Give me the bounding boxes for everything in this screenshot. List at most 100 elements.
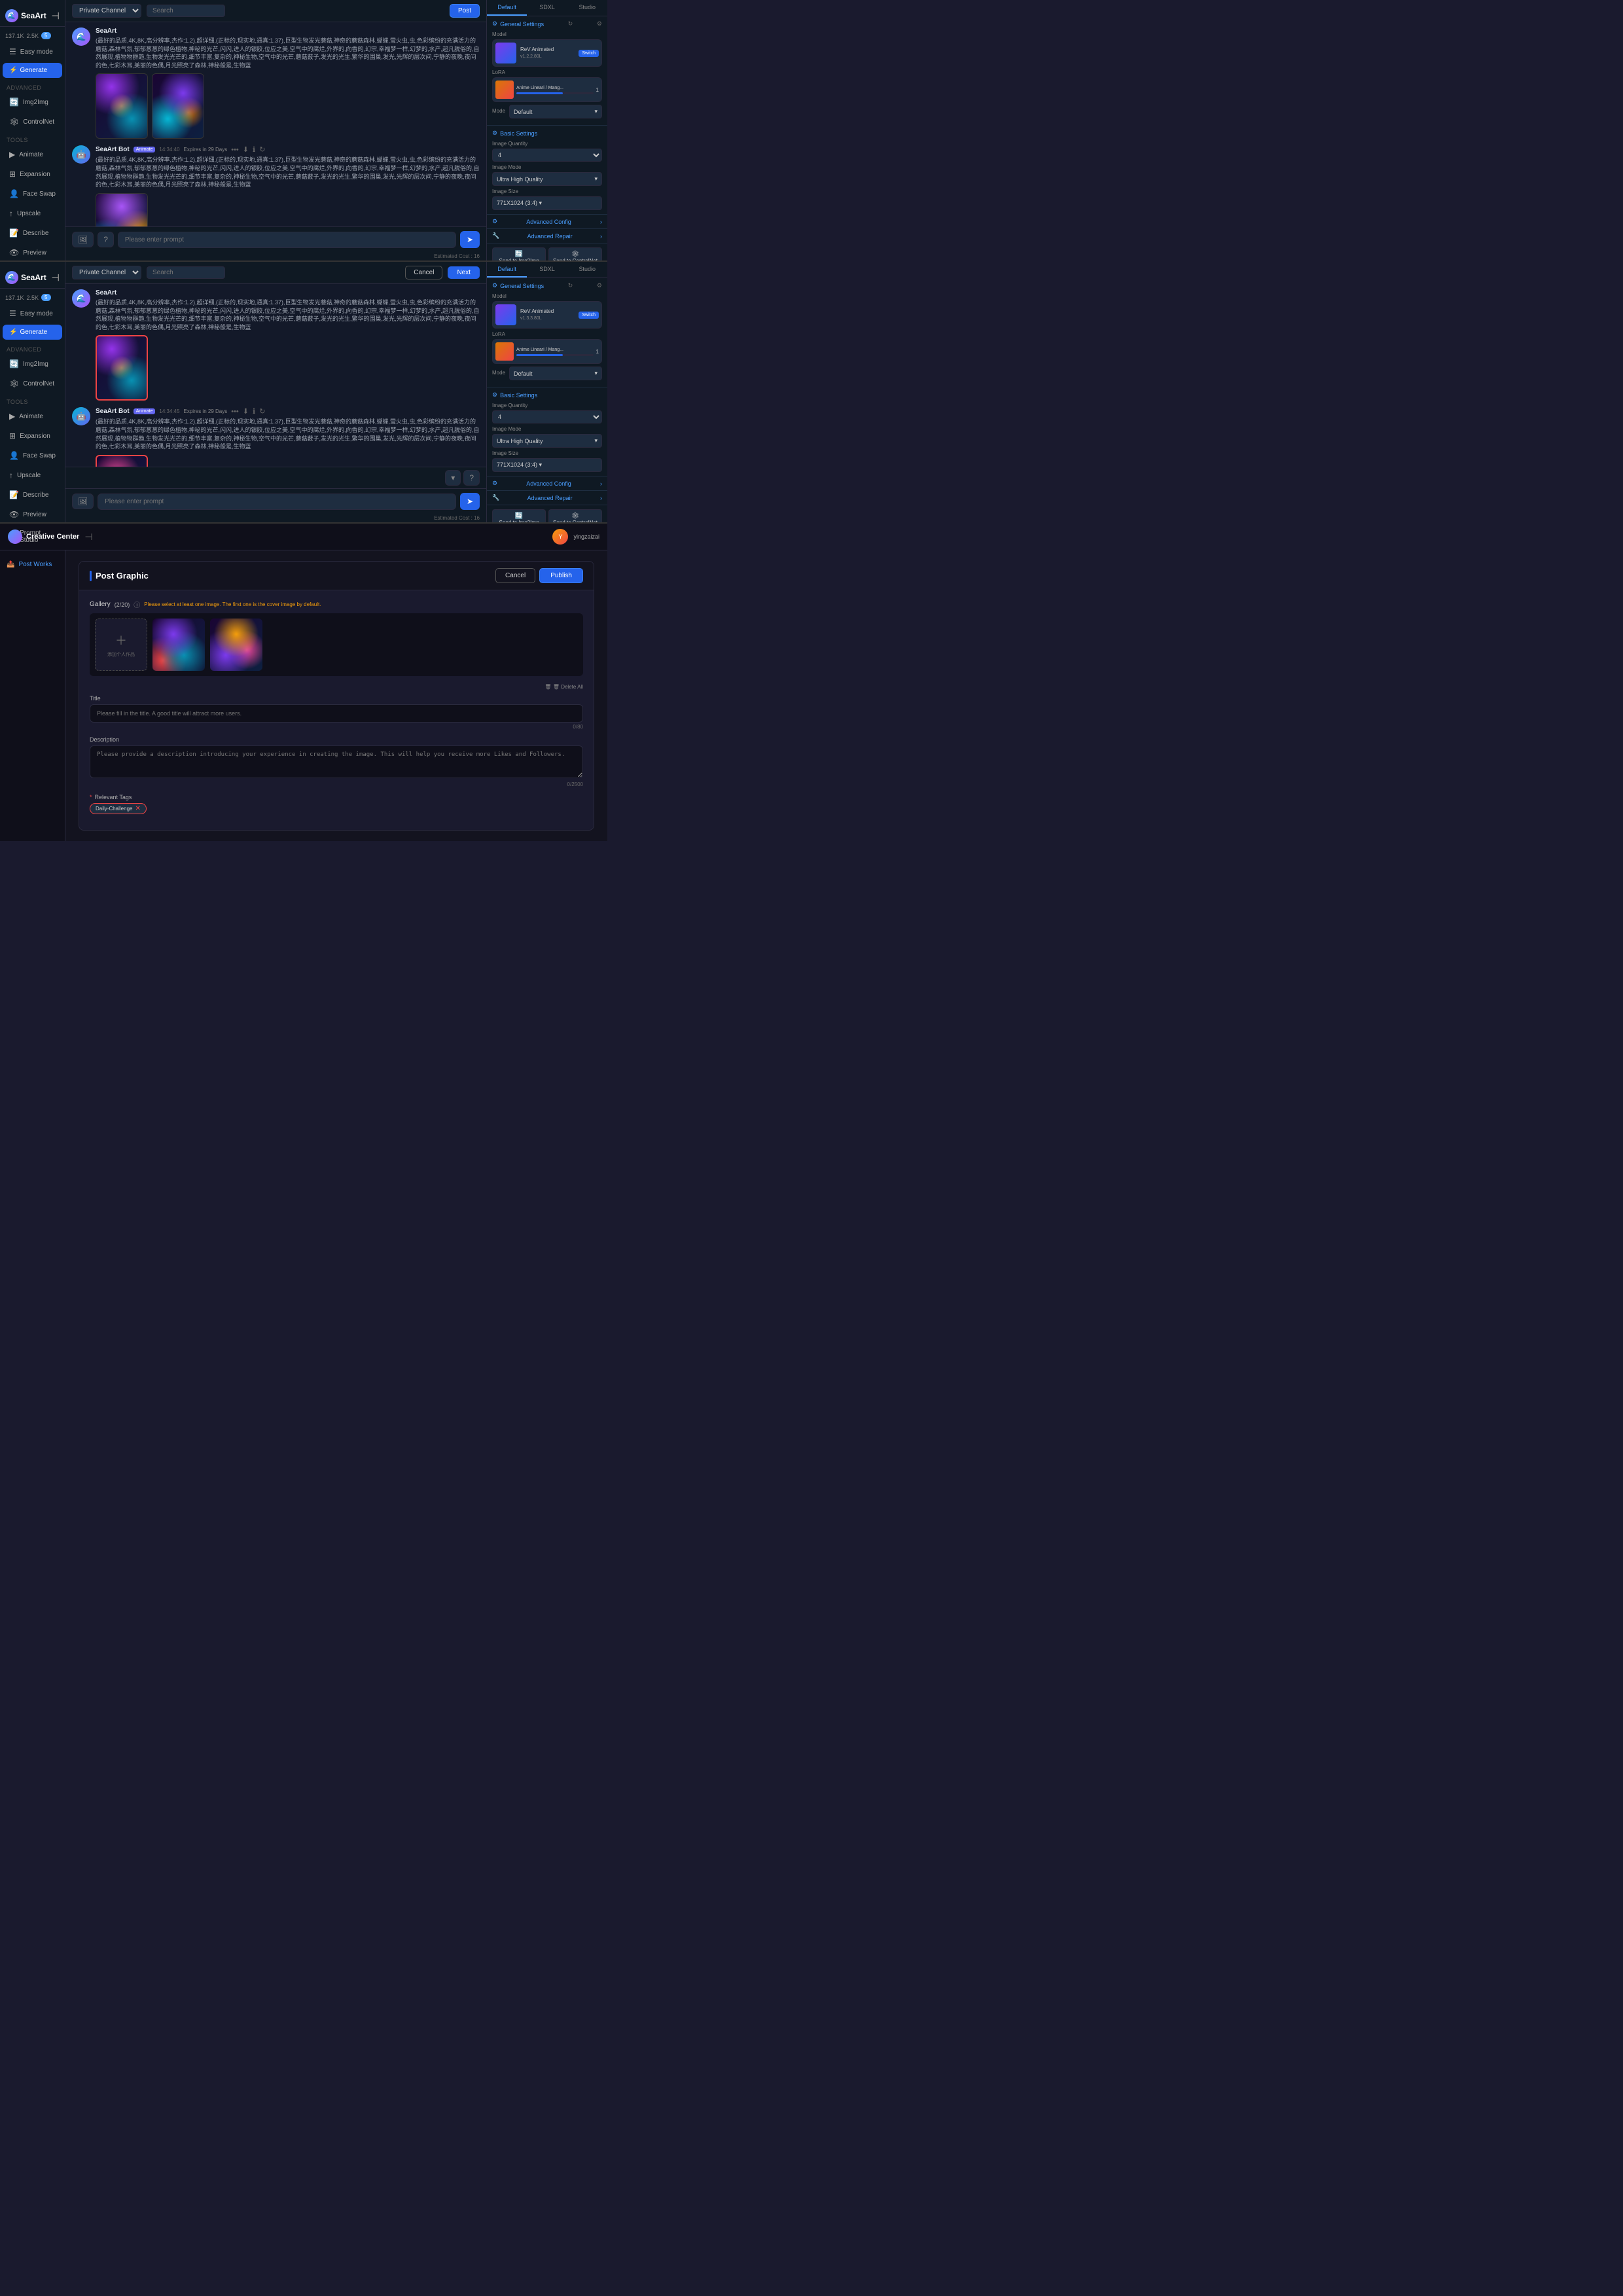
msg-image-1b[interactable] [152,73,204,139]
next-button2[interactable]: Next [448,266,480,279]
sidebar1-expansion[interactable]: ⊞ Expansion [3,165,62,183]
sidebar1-upscale[interactable]: ↑ Upscale [3,204,62,223]
send-button2[interactable]: ➤ [460,493,480,510]
stat-followers2: 137.1K [5,295,24,301]
mode-value2[interactable]: Default ▾ [509,367,602,380]
image-attach-btn2[interactable]: 🖼 [72,493,94,509]
sidebar1-easy-mode[interactable]: ☰ Easy mode [3,43,62,61]
upscale-icon2: ↑ [9,471,13,480]
msg-image-4a[interactable] [96,455,148,467]
pin-icon1[interactable]: ⊣ [52,10,60,22]
refresh-icon1[interactable]: ↻ [568,20,573,27]
img-mode-value2[interactable]: Ultra High Quality ▾ [492,434,602,448]
msg-refresh-icon4[interactable]: ↻ [259,407,265,416]
gallery-add-btn[interactable]: ＋ 添加个人作品 [95,619,147,671]
tags-field: Relevant Tags Daily-Challenge ✕ [90,794,583,814]
tab-studio1[interactable]: Studio [567,0,607,16]
emoji-btn[interactable]: ? [98,232,114,247]
help-btn[interactable]: ? [463,470,480,486]
quantity-select2[interactable]: 4 [492,410,602,423]
description-textarea[interactable] [90,745,583,778]
sidebar2-preview[interactable]: 👁 Preview [3,505,62,524]
lora-slider2[interactable] [516,354,594,356]
quantity-select1[interactable]: 4 [492,149,602,162]
sidebar2-describe[interactable]: 📝 Describe [3,486,62,504]
prompt-input2[interactable] [98,493,456,510]
pin-icon2[interactable]: ⊣ [52,272,60,283]
send-img2img-btn2[interactable]: 🔄 Send to Img2Img [492,509,546,522]
advanced-repair2[interactable]: 🔧 Advanced Repair › [487,491,607,505]
channel-dropdown2[interactable]: Private Channel [72,266,141,279]
prompt-input1[interactable] [118,232,456,248]
channel-dropdown1[interactable]: Private Channel [72,4,141,18]
msg-info-icon[interactable]: ℹ [253,145,255,154]
search-input1[interactable] [147,5,225,17]
sidebar2-face-swap[interactable]: 👤 Face Swap [3,446,62,465]
sidebar1-animate[interactable]: ▶ Animate [3,145,62,164]
sidebar2-img2img[interactable]: 🔄 Img2Img [3,355,62,373]
gallery-image-1[interactable] [152,619,205,671]
tag-daily-challenge[interactable]: Daily-Challenge ✕ [90,803,147,814]
generate-button2[interactable]: ⚡ Generate [3,325,62,340]
sidebar2-controlnet[interactable]: 🕸 ControlNet [3,374,62,393]
post-graphic-publish-btn[interactable]: Publish [539,568,583,583]
send-img2img-btn1[interactable]: 🔄 Send to Img2Img [492,247,546,260]
tab-default1[interactable]: Default [487,0,527,16]
send-controlnet-btn1[interactable]: 🕸 Send to ControlNet [548,247,602,260]
basic-settings1: ⚙ Basic Settings Image Quantity 4 Image … [487,126,607,215]
sidebar1-face-swap[interactable]: 👤 Face Swap [3,185,62,203]
sidebar1-describe[interactable]: 📝 Describe [3,224,62,242]
img-size-value2[interactable]: 771X1024 (3:4) ▾ [492,458,602,472]
settings-icon1[interactable]: ⚙ [597,20,602,27]
msg-download-icon4[interactable]: ⬇ [243,407,249,416]
refresh-icon2[interactable]: ↻ [568,282,573,289]
msg-more-icon4[interactable]: ••• [231,408,239,416]
notification-badge2[interactable]: 5 [41,294,50,301]
advanced-config2[interactable]: ⚙ Advanced Config › [487,476,607,491]
lora-slider1[interactable] [516,92,594,94]
creative-pin-icon[interactable]: ⊣ [84,531,92,543]
send-controlnet-btn2[interactable]: 🕸 Send to ControlNet [548,509,602,522]
sidebar1-preview[interactable]: 👁 Preview [3,243,62,262]
delete-all-link[interactable]: 🗑 🗑 Delete All [90,684,583,690]
gallery-image-2[interactable] [210,619,262,671]
sidebar-post-works[interactable]: 📤 Post Works [0,556,65,573]
advanced-config1[interactable]: ⚙ Advanced Config › [487,215,607,229]
mode-value1[interactable]: Default ▾ [509,105,602,118]
send-button1[interactable]: ➤ [460,231,480,248]
generate-button1[interactable]: ⚡ Generate [3,63,62,78]
sidebar2-easy-mode[interactable]: ☰ Easy mode [3,304,62,323]
switch-button1[interactable]: Switch [579,50,599,57]
msg-download-icon[interactable]: ⬇ [243,145,249,154]
settings-icon2[interactable]: ⚙ [597,282,602,289]
tab-sdxl1[interactable]: SDXL [527,0,567,16]
post-graphic-cancel-btn[interactable]: Cancel [495,568,535,583]
sidebar2-expansion[interactable]: ⊞ Expansion [3,427,62,445]
sidebar2-upscale[interactable]: ↑ Upscale [3,466,62,484]
scroll-down-btn[interactable]: ▾ [445,470,461,486]
tag-remove-icon[interactable]: ✕ [135,805,140,812]
msg-info-icon4[interactable]: ℹ [253,407,255,416]
sidebar2-animate[interactable]: ▶ Animate [3,407,62,425]
img-mode-value1[interactable]: Ultra High Quality ▾ [492,172,602,186]
cancel-button2[interactable]: Cancel [405,266,442,279]
msg-image-2a[interactable] [96,193,148,226]
post-button1[interactable]: Post [450,4,480,18]
gallery-label: Gallery (2/20) ⓘ Please select at least … [90,600,583,609]
notification-badge[interactable]: 5 [41,32,50,39]
title-input[interactable] [90,704,583,723]
tab-sdxl2[interactable]: SDXL [527,262,567,278]
msg-more-icon[interactable]: ••• [231,146,239,154]
image-attach-btn[interactable]: 🖼 [72,232,94,247]
msg-refresh-icon[interactable]: ↻ [259,145,265,154]
tab-studio2[interactable]: Studio [567,262,607,278]
sidebar1-img2img[interactable]: 🔄 Img2Img [3,93,62,111]
sidebar1-controlnet[interactable]: 🕸 ControlNet [3,113,62,131]
msg-image-3a[interactable] [96,335,148,401]
search-input2[interactable] [147,266,225,279]
img-size-value1[interactable]: 771X1024 (3:4) ▾ [492,196,602,210]
advanced-repair1[interactable]: 🔧 Advanced Repair › [487,229,607,243]
switch-button2[interactable]: Switch [579,312,599,319]
msg-image-1a[interactable] [96,73,148,139]
tab-default2[interactable]: Default [487,262,527,278]
